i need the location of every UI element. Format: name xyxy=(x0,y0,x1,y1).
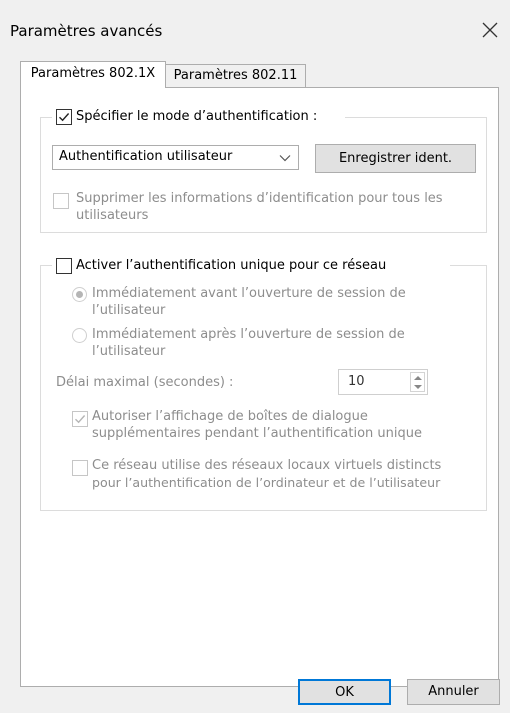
radio-before-logon-line1: Immédiatement avant l’ouverture de sessi… xyxy=(92,286,406,301)
delete-credentials-checkbox[interactable] xyxy=(53,193,69,209)
chevron-down-icon[interactable] xyxy=(414,384,422,390)
specify-auth-mode-label: Spécifier le mode d’authentification : xyxy=(76,109,318,124)
delay-stepper[interactable]: 10 xyxy=(338,369,428,395)
ok-button[interactable]: OK xyxy=(298,679,391,705)
vlan-checkbox[interactable] xyxy=(72,460,88,476)
chevron-down-icon xyxy=(279,152,291,167)
enable-sso-label: Activer l’authentification unique pour c… xyxy=(76,258,387,273)
sso-legend: Activer l’authentification unique pour c… xyxy=(52,255,450,277)
allow-dialogs-checkbox[interactable] xyxy=(72,411,88,427)
specify-auth-mode-checkbox[interactable] xyxy=(56,109,72,125)
cancel-button[interactable]: Annuler xyxy=(407,679,500,705)
allow-dialogs-label-line1: Autoriser l’affichage de boîtes de dialo… xyxy=(92,409,368,424)
delete-credentials-label-line2: utilisateurs xyxy=(76,208,149,223)
save-credentials-button[interactable]: Enregistrer ident. xyxy=(315,144,476,173)
radio-before-logon[interactable] xyxy=(72,287,87,302)
enable-sso-checkbox[interactable] xyxy=(56,258,72,274)
dialog-title: Paramètres avancés xyxy=(10,22,163,40)
vlan-label-line1: Ce réseau utilise des réseaux locaux vir… xyxy=(92,458,442,473)
radio-before-logon-line2: l’utilisateur xyxy=(92,303,166,318)
radio-after-logon-line1: Immédiatement après l’ouverture de sessi… xyxy=(92,327,405,342)
auth-mode-select[interactable]: Authentification utilisateur xyxy=(52,145,299,170)
auth-mode-select-value: Authentification utilisateur xyxy=(59,149,233,164)
radio-after-logon-line2: l’utilisateur xyxy=(92,344,166,359)
chevron-up-icon[interactable] xyxy=(414,375,422,381)
tab-8021x[interactable]: Paramètres 802.1X xyxy=(20,61,166,88)
delay-label: Délai maximal (secondes) : xyxy=(56,375,234,390)
radio-selected-dot xyxy=(76,291,83,298)
close-icon[interactable] xyxy=(478,18,502,42)
vlan-label-line2: pour l’authentification de l’ordinateur … xyxy=(92,475,441,490)
advanced-settings-dialog: Paramètres avancés Paramètres 802.1X Par… xyxy=(0,0,510,713)
auth-mode-legend: Spécifier le mode d’authentification : xyxy=(52,106,345,128)
delete-credentials-label-line1: Supprimer les informations d’identificat… xyxy=(76,191,443,206)
allow-dialogs-label-line2: supplémentaires pendant l’authentificati… xyxy=(92,426,422,441)
radio-after-logon[interactable] xyxy=(72,328,87,343)
stepper-arrows[interactable] xyxy=(410,372,425,392)
tab-80211[interactable]: Paramètres 802.11 xyxy=(166,64,306,87)
delay-value: 10 xyxy=(348,374,365,389)
